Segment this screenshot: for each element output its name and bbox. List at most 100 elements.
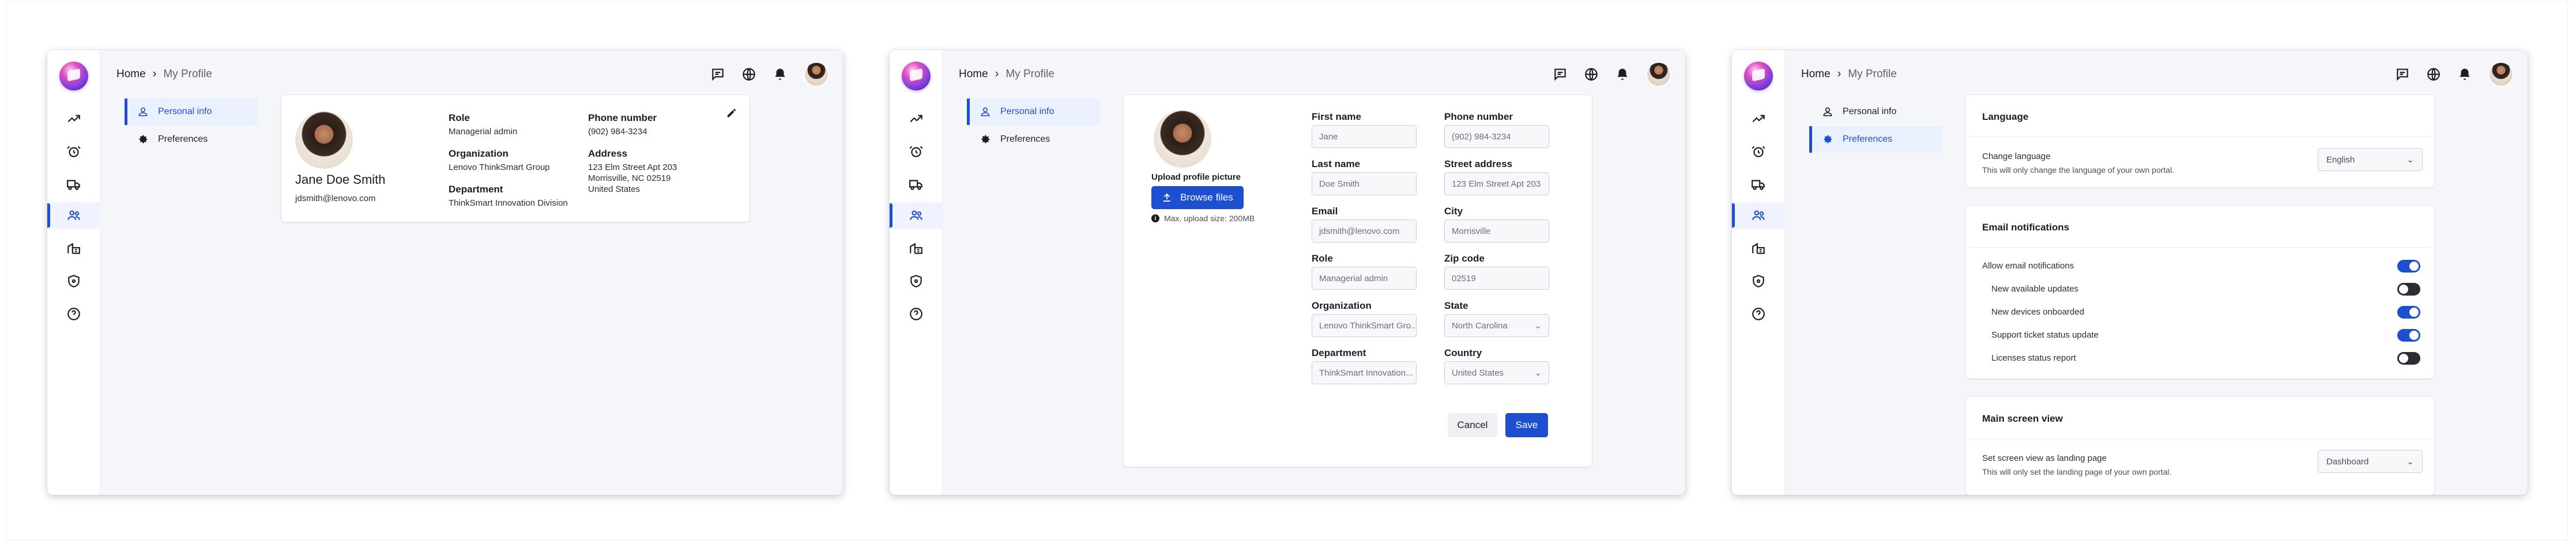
subnav-item-personal-info[interactable]: Personal info [1809, 99, 1942, 125]
cancel-button[interactable]: Cancel [1448, 413, 1497, 437]
building-icon[interactable] [890, 235, 943, 262]
role-field[interactable]: Managerial admin [1312, 267, 1417, 290]
state-value: North Carolina [1452, 320, 1508, 331]
notification-toggle[interactable] [2397, 283, 2420, 296]
nav-rail [890, 50, 943, 495]
subnav-label: Preferences [158, 134, 208, 144]
landing-select[interactable]: Dashboard ⌄ [2318, 450, 2423, 473]
max-size-text: Max. upload size: 200MB [1164, 214, 1255, 223]
phone-label: Phone number [588, 112, 657, 123]
notification-toggle[interactable] [2397, 306, 2420, 319]
shield-icon[interactable] [890, 268, 943, 294]
org-field[interactable]: Lenovo ThinkSmart Gro... [1312, 314, 1417, 337]
avatar[interactable] [2488, 62, 2514, 87]
avatar[interactable] [804, 62, 829, 87]
main-screen-title: Main screen view [1982, 413, 2063, 424]
divider [1966, 438, 2434, 439]
notification-toggle[interactable] [2397, 329, 2420, 342]
subnav-item-personal-info[interactable]: Personal info [967, 99, 1099, 125]
language-select[interactable]: English ⌄ [2318, 148, 2423, 171]
zip-field[interactable]: 02519 [1444, 267, 1549, 290]
upload-size-note: i Max. upload size: 200MB [1151, 214, 1255, 223]
person-icon [981, 107, 990, 116]
phone-label: Phone number [1444, 111, 1513, 122]
shield-icon[interactable] [47, 268, 100, 294]
alarm-icon[interactable] [890, 138, 943, 165]
main-screen-card: Main screen view Set screen view as land… [1966, 397, 2434, 495]
analytics-icon[interactable] [47, 105, 100, 132]
profile-subnav: Personal info Preferences [1809, 99, 1942, 154]
bell-icon[interactable] [773, 67, 788, 82]
notification-label: New devices onboarded [1991, 307, 2084, 317]
help-icon[interactable] [1732, 301, 1785, 327]
subnav-item-preferences[interactable]: Preferences [967, 126, 1099, 153]
notification-label: Licenses status report [1991, 353, 2076, 363]
breadcrumb-home[interactable]: Home [1801, 68, 1831, 81]
bell-icon[interactable] [2457, 67, 2472, 82]
users-icon[interactable] [47, 202, 100, 229]
globe-icon[interactable] [1584, 67, 1599, 82]
profile-card: Jane Doe Smith jdsmith@lenovo.com Role M… [281, 95, 750, 222]
app-logo[interactable] [1744, 62, 1773, 90]
users-icon[interactable] [890, 202, 943, 229]
dept-field[interactable]: ThinkSmart Innovation... [1312, 361, 1417, 384]
analytics-icon[interactable] [1732, 105, 1785, 132]
allow-email-toggle[interactable] [2397, 260, 2420, 273]
street-field[interactable]: 123 Elm Street Apt 203 [1444, 172, 1549, 195]
org-label: Organization [1312, 300, 1372, 311]
browse-files-button[interactable]: Browse files [1151, 186, 1244, 209]
breadcrumb-home[interactable]: Home [959, 68, 988, 81]
notification-toggle[interactable] [2397, 352, 2420, 365]
breadcrumb: Home › My Profile [116, 67, 212, 81]
save-button[interactable]: Save [1505, 413, 1548, 437]
role-value: Managerial admin [449, 127, 518, 137]
profile-subnav: Personal info Preferences [125, 99, 257, 154]
globe-icon[interactable] [2426, 67, 2441, 82]
pencil-icon[interactable] [725, 107, 738, 119]
building-icon[interactable] [1732, 235, 1785, 262]
breadcrumb-current: My Profile [1005, 67, 1054, 80]
globe-icon[interactable] [741, 67, 756, 82]
truck-icon[interactable] [890, 171, 943, 198]
phone-field[interactable]: (902) 984-3234 [1444, 125, 1549, 148]
city-field[interactable]: Morrisville [1444, 220, 1549, 243]
top-bar: Home › My Profile [1785, 50, 2528, 99]
language-card: Language Change language This will only … [1966, 95, 2434, 187]
avatar[interactable] [1646, 62, 1671, 87]
chat-icon[interactable] [1553, 67, 1568, 82]
top-bar: Home › My Profile [943, 50, 1685, 99]
dept-label: Department [449, 184, 503, 195]
help-icon[interactable] [890, 301, 943, 327]
chevron-down-icon: ⌄ [1534, 321, 1542, 331]
email-field[interactable]: jdsmith@lenovo.com [1312, 220, 1417, 243]
truck-icon[interactable] [47, 171, 100, 198]
help-icon[interactable] [47, 301, 100, 327]
analytics-icon[interactable] [890, 105, 943, 132]
gear-icon [1824, 135, 1832, 143]
chat-icon[interactable] [710, 67, 725, 82]
chevron-right-icon: › [152, 67, 157, 80]
state-select[interactable]: North Carolina ⌄ [1444, 314, 1549, 337]
alarm-icon[interactable] [47, 138, 100, 165]
subnav-item-personal-info[interactable]: Personal info [125, 99, 257, 125]
app-logo[interactable] [902, 62, 931, 90]
subnav-item-preferences[interactable]: Preferences [125, 126, 257, 153]
zip-label: Zip code [1444, 253, 1485, 264]
subnav-item-preferences[interactable]: Preferences [1809, 126, 1942, 153]
last-name-label: Last name [1312, 158, 1361, 169]
subnav-label: Preferences [1000, 134, 1050, 144]
chat-icon[interactable] [2395, 67, 2410, 82]
app-logo[interactable] [59, 62, 88, 90]
truck-icon[interactable] [1732, 171, 1785, 198]
shield-icon[interactable] [1732, 268, 1785, 294]
toolbar [2395, 62, 2514, 87]
alarm-icon[interactable] [1732, 138, 1785, 165]
bell-icon[interactable] [1615, 67, 1630, 82]
users-icon[interactable] [1732, 202, 1785, 229]
first-name-field[interactable]: Jane [1312, 125, 1417, 148]
building-icon[interactable] [47, 235, 100, 262]
last-name-field[interactable]: Doe Smith [1312, 172, 1417, 195]
profile-subnav: Personal info Preferences [967, 99, 1099, 154]
breadcrumb-home[interactable]: Home [116, 68, 146, 81]
country-select[interactable]: United States ⌄ [1444, 361, 1549, 384]
